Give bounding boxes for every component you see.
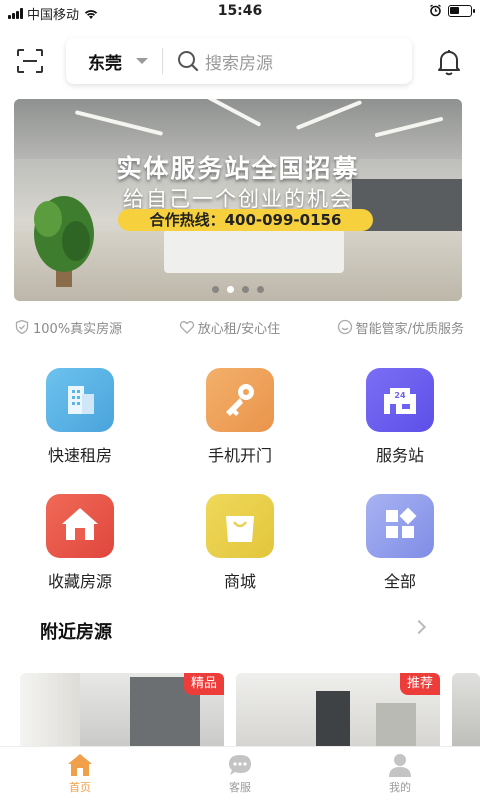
feature-label: 100%真实房源 [33,321,123,337]
user-icon [389,754,411,777]
nearby-section-header[interactable]: 附近房源 [40,618,440,643]
listing-tag: 推荐 [399,673,440,695]
store-24-icon: 24 [366,368,434,432]
smile-icon [337,319,352,335]
key-icon [206,368,274,432]
status-right [429,4,475,17]
page-dot[interactable] [257,286,264,293]
listing-photo-wall [20,673,80,751]
tab-label: 首页 [69,781,91,794]
shortcut-mall[interactable]: 商城 [160,494,320,592]
tab-customer-service[interactable]: 客服 [160,751,320,795]
chat-icon [229,755,251,775]
listing-card-peek[interactable] [452,673,480,751]
banner-counter [164,229,344,273]
header: 东莞 搜索房源 [0,38,480,84]
bell-icon[interactable] [436,48,462,76]
shortcut-phone-unlock[interactable]: 手机开门 [160,368,320,466]
search-icon [178,51,199,72]
shopping-bag-icon [206,494,274,558]
listing-card[interactable]: 推荐 [236,673,440,751]
feature-item: 智能管家/优质服务 [337,316,464,338]
feature-item: 100%真实房源 [14,316,122,338]
shortcut-label: 收藏房源 [47,572,112,591]
listing-photo-door [316,691,350,751]
clock: 15:46 [217,3,263,19]
search-bar[interactable]: 东莞 搜索房源 [66,38,412,84]
chevron-right-icon[interactable] [411,619,427,635]
tab-home[interactable]: 首页 [0,751,160,795]
shortcut-label: 手机开门 [207,446,272,465]
chevron-down-icon[interactable] [136,58,148,64]
page-dot[interactable] [212,286,219,293]
listing-photo-window [376,703,416,751]
feature-label: 智能管家/优质服务 [355,321,464,337]
divider [162,48,163,74]
section-title: 附近房源 [40,622,112,643]
scan-icon[interactable] [16,48,44,74]
shortcut-label: 快速租房 [47,446,112,465]
tab-profile[interactable]: 我的 [320,751,480,795]
svg-text:24: 24 [394,391,406,400]
listing-card[interactable]: 精品 [20,673,224,751]
feature-label: 放心租/安心住 [197,321,281,337]
shortcut-favorites[interactable]: 收藏房源 [0,494,160,592]
page-dot[interactable] [242,286,249,293]
promo-banner[interactable]: 实体服务站全国招募 给自己一个创业的机会 合作热线：400-099-0156 [14,99,462,301]
bottom-tab-bar: 首页 客服 我的 [0,746,480,800]
grid-icon [366,494,434,558]
tab-label: 我的 [389,781,411,794]
banner-hotline: 合作热线：400-099-0156 [118,209,373,231]
heart-icon [179,321,194,334]
shield-check-icon [15,319,29,335]
banner-title: 实体服务站全国招募 [116,154,360,183]
shortcut-quick-rent[interactable]: 快速租房 [0,368,160,466]
page-dot-active[interactable] [227,286,234,293]
listing-tag: 精品 [183,673,224,695]
tab-label: 客服 [229,781,251,794]
shortcut-label: 全部 [383,572,416,591]
alarm-icon [430,4,441,17]
home-icon [68,754,92,776]
building-icon [46,368,114,432]
feature-item: 放心租/安心住 [179,316,280,338]
shortcut-label: 商城 [223,572,256,591]
shortcut-service-station[interactable]: 24 服务站 [320,368,480,466]
shortcut-all[interactable]: 全部 [320,494,480,592]
status-bar: 中国移动 15:46 [0,0,480,24]
battery-icon [448,4,475,17]
feature-row: 100%真实房源 放心租/安心住 智能管家/优质服务 [14,316,464,338]
search-input[interactable]: 搜索房源 [205,49,273,74]
banner-pagination [14,286,462,293]
city-selector[interactable]: 东莞 [88,49,122,74]
shortcut-label: 服务站 [375,446,424,465]
house-icon [46,494,114,558]
